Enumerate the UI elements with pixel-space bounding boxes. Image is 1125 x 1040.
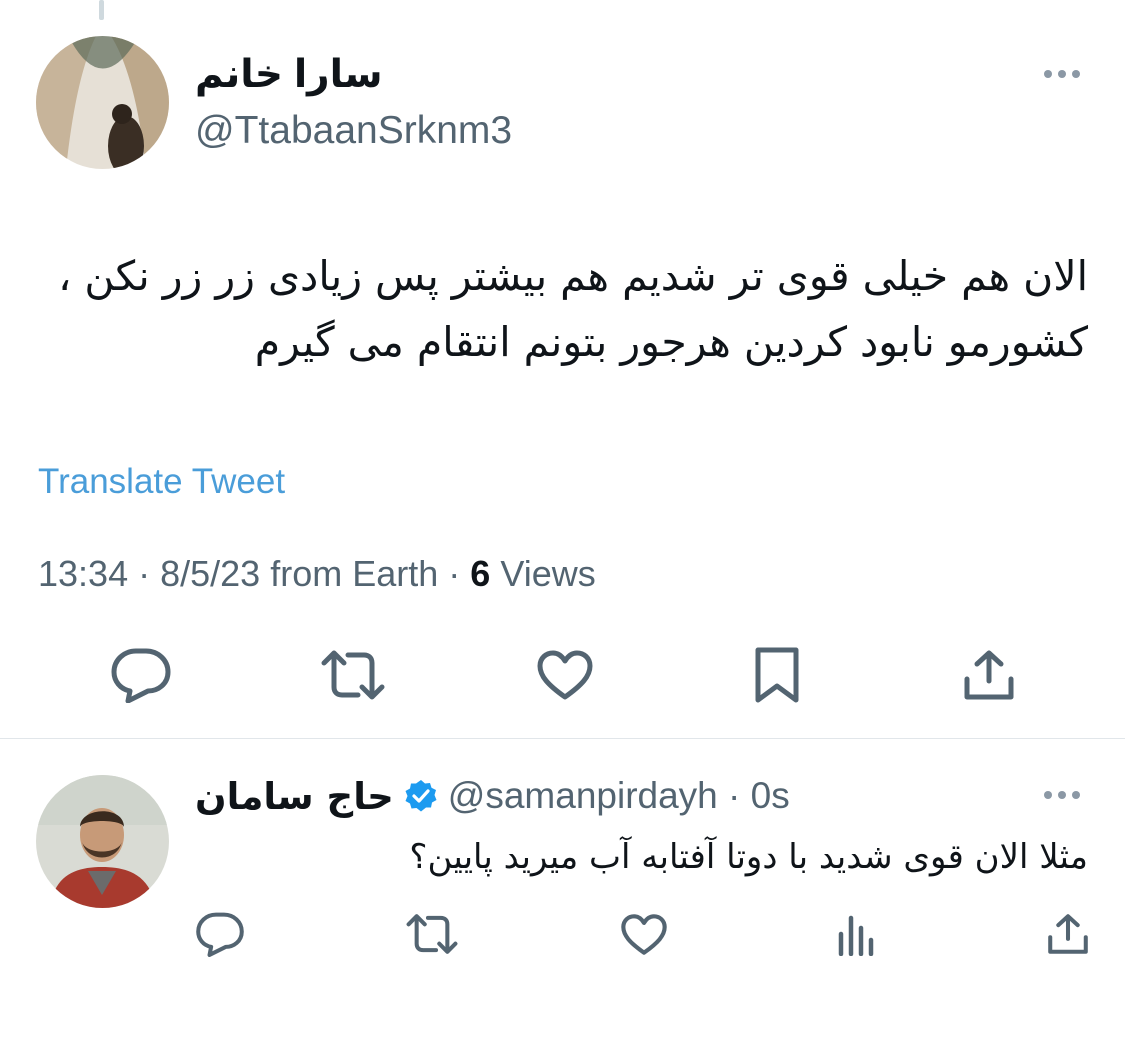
author-handle[interactable]: @TtabaanSrknm3 xyxy=(195,108,512,154)
avatar[interactable] xyxy=(36,775,169,908)
separator-dot: · xyxy=(138,553,161,594)
reply-author-handle[interactable]: @samanpirdayh xyxy=(448,775,718,817)
tweet-meta: 13:34 · 8/5/23 from Earth · 6 Views xyxy=(38,550,596,598)
like-icon xyxy=(537,650,593,700)
verified-badge-icon xyxy=(404,779,438,813)
tweet-divider xyxy=(0,738,1125,739)
translate-tweet-link[interactable]: Translate Tweet xyxy=(38,459,285,505)
tweet-action-bar xyxy=(105,643,1025,707)
retweet-button[interactable] xyxy=(317,643,389,707)
reply-action-bar xyxy=(188,905,1100,963)
reply-header: حاج سامان @samanpirdayh · 0s xyxy=(195,770,790,822)
like-button[interactable] xyxy=(529,643,601,707)
more-dot-icon xyxy=(1072,791,1080,799)
reply-button[interactable] xyxy=(105,643,177,707)
share-button[interactable] xyxy=(1036,905,1100,963)
reply-author-name[interactable]: حاج سامان xyxy=(195,775,394,818)
like-icon xyxy=(621,913,667,955)
more-dot-icon xyxy=(1072,70,1080,78)
reply-text: مثلا الان قوی شدید با دوتا آفتابه آب میر… xyxy=(409,837,1088,877)
reply-time[interactable]: 0s xyxy=(751,775,790,817)
like-button[interactable] xyxy=(612,905,676,963)
author-name[interactable]: سارا خانم xyxy=(195,52,383,98)
tweet-source: from Earth xyxy=(270,553,439,594)
reply-more-options-button[interactable] xyxy=(1040,785,1084,805)
more-dot-icon xyxy=(1058,70,1066,78)
bookmark-icon xyxy=(755,647,799,703)
thread-connector-line xyxy=(99,0,104,20)
reply-button[interactable] xyxy=(188,905,252,963)
tweet-text: الان هم خیلی قوی تر شدیم هم بیشتر پس زیا… xyxy=(58,252,1088,366)
reply-icon xyxy=(196,912,244,957)
tweet-date[interactable]: 8/5/23 xyxy=(160,553,260,594)
separator-dot: · xyxy=(717,775,751,816)
share-icon xyxy=(1048,914,1088,954)
analytics-icon xyxy=(838,915,874,956)
retweet-icon xyxy=(321,650,385,700)
reply-icon xyxy=(111,648,171,703)
analytics-button[interactable] xyxy=(824,905,888,963)
avatar[interactable] xyxy=(36,36,169,169)
views-label[interactable]: Views xyxy=(500,553,595,594)
more-options-button[interactable] xyxy=(1040,64,1084,84)
separator-dot: · xyxy=(448,553,471,594)
retweet-button[interactable] xyxy=(400,905,464,963)
more-dot-icon xyxy=(1058,791,1066,799)
tweet-time[interactable]: 13:34 xyxy=(38,553,128,594)
more-dot-icon xyxy=(1044,791,1052,799)
share-icon xyxy=(964,650,1014,700)
views-count: 6 xyxy=(470,553,491,594)
bookmark-button[interactable] xyxy=(741,643,813,707)
retweet-icon xyxy=(406,914,458,954)
share-button[interactable] xyxy=(953,643,1025,707)
more-dot-icon xyxy=(1044,70,1052,78)
